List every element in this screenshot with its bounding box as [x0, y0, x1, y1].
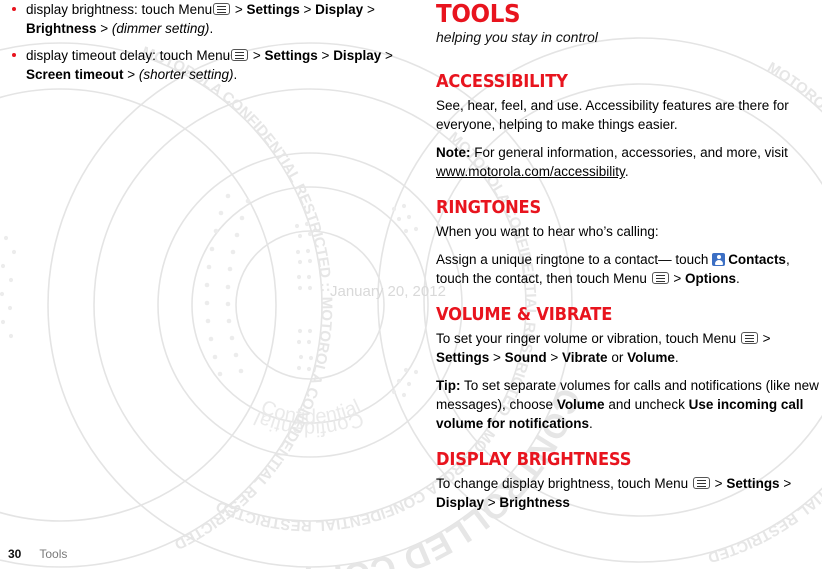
bullet-bold-2: Display [315, 2, 364, 17]
bullet-sep-2: > [363, 2, 375, 17]
menu-key-icon [231, 49, 249, 61]
section-ringtones: RINGTONES When you want to hear who’s ca… [436, 198, 822, 288]
footer-chapter-name: Tools [39, 547, 68, 561]
bullet-sep-1: > [299, 2, 316, 17]
bullet-arrow: > [234, 2, 247, 17]
brightness-bold-1: Settings [726, 476, 780, 491]
chapter-title: TOOLS [436, 0, 521, 28]
bullet-sep-1: > [317, 48, 334, 63]
contacts-label: Contacts [728, 252, 786, 267]
section-paragraph-steps: To set your ringer volume or vibration, … [436, 329, 822, 367]
volume-bold-3: Vibrate [562, 350, 608, 365]
menu-key-icon [692, 477, 710, 489]
chapter-subtitle: helping you stay in control [436, 29, 598, 45]
note-label: Note: [436, 145, 471, 160]
section-heading: RINGTONES [436, 198, 542, 218]
bullet-lead-text: display brightness: touch Menu [26, 2, 213, 17]
volume-step-lead: To set your ringer volume or vibration, … [436, 331, 740, 346]
note-text: For general information, accessories, an… [470, 145, 788, 160]
contacts-app-icon [712, 253, 726, 266]
ringtone-step-arrow: > [669, 271, 686, 286]
page-number: 30 [8, 547, 22, 561]
volume-sep-2: > [546, 350, 563, 365]
bullet-bold-2: Display [333, 48, 382, 63]
volume-step-arrow: > [758, 331, 771, 346]
tip-period: . [589, 416, 593, 431]
section-heading: DISPLAY BRIGHTNESS [436, 450, 632, 470]
volume-sep-3: or [607, 350, 628, 365]
section-paragraph: When you want to hear who’s calling: [436, 224, 659, 239]
section-paragraph-steps: Assign a unique ringtone to a contact— t… [436, 250, 822, 288]
bullet-bold-1: Settings [264, 48, 318, 63]
bullet-bold-3: Screen timeout [26, 67, 124, 82]
volume-period: . [674, 350, 679, 365]
section-heading: ACCESSIBILITY [436, 72, 568, 92]
volume-sep-1: > [489, 350, 505, 365]
section-tip: Tip: To set separate volumes for calls a… [436, 376, 822, 433]
tip-label: Tip: [436, 378, 461, 393]
bullet-dot-icon [12, 7, 16, 11]
list-item: display brightness: touch Menu > Setting… [8, 0, 408, 38]
section-volume-vibrate: VOLUME & VIBRATE To set your ringer volu… [436, 305, 822, 433]
section-accessibility: ACCESSIBILITY See, hear, feel, and use. … [436, 72, 822, 181]
bullet-italic-tail: (shorter setting) [138, 67, 234, 82]
brightness-sep-1: > [779, 476, 792, 491]
tip-bold-volume: Volume [556, 397, 605, 412]
right-column: TOOLS helping you stay in control ACCESS… [436, 0, 822, 529]
ringtone-step-lead: Assign a unique ringtone to a contact— t… [436, 252, 713, 267]
bullet-sep-3: > [96, 21, 112, 36]
bullet-bold-3: Brightness [26, 21, 97, 36]
volume-bold-2: Sound [504, 350, 547, 365]
list-item: display timeout delay: touch Menu > Sett… [8, 46, 408, 84]
volume-bold-4: Volume [627, 350, 675, 365]
bullet-sep-3: > [123, 67, 139, 82]
options-label: Options [685, 271, 737, 286]
bullet-period: . [233, 67, 238, 82]
menu-key-icon [740, 332, 758, 344]
page-footer: 30 Tools [8, 547, 67, 561]
ringtone-step-period: . [736, 271, 740, 286]
brightness-sep-2: > [484, 495, 500, 510]
bullet-period: . [209, 21, 214, 36]
volume-bold-1: Settings [436, 350, 490, 365]
section-paragraph: See, hear, feel, and use. Accessibility … [436, 98, 789, 132]
menu-key-icon [213, 3, 231, 15]
note-period: . [624, 164, 629, 179]
brightness-step-arrow: > [710, 476, 727, 491]
section-paragraph-steps: To change display brightness, touch Menu… [436, 474, 822, 512]
bullet-bold-1: Settings [246, 2, 300, 17]
brightness-bold-2: Display [436, 495, 485, 510]
bullet-dot-icon [12, 53, 16, 57]
section-note: Note: For general information, accessori… [436, 143, 822, 181]
bullet-sep-2: > [381, 48, 393, 63]
brightness-bold-3: Brightness [499, 495, 570, 510]
page-content: display brightness: touch Menu > Setting… [0, 0, 822, 569]
bullet-arrow: > [252, 48, 265, 63]
section-display-brightness: DISPLAY BRIGHTNESS To change display bri… [436, 450, 822, 512]
brightness-step-lead: To change display brightness, touch Menu [436, 476, 692, 491]
left-column: display brightness: touch Menu > Setting… [8, 0, 408, 92]
accessibility-link[interactable]: www.motorola.com/accessibility [436, 164, 625, 179]
bullet-lead-text: display timeout delay: touch Menu [26, 48, 231, 63]
section-heading: VOLUME & VIBRATE [436, 305, 613, 325]
tip-text-2: and uncheck [604, 397, 689, 412]
menu-key-icon [651, 272, 669, 284]
bullet-italic-tail: (dimmer setting) [111, 21, 210, 36]
